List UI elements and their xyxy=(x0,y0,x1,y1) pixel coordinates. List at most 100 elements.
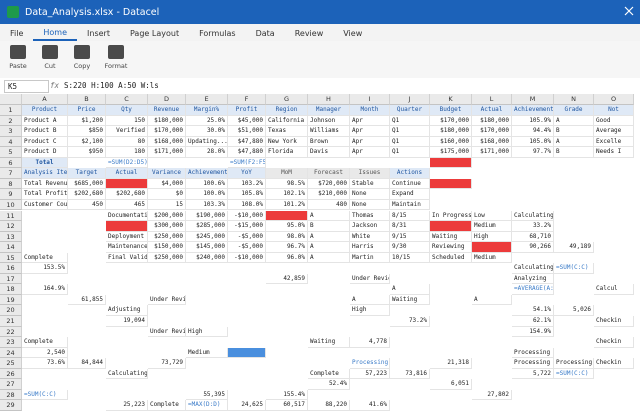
tab-insert[interactable]: Insert xyxy=(77,29,120,41)
cell-j19[interactable]: Waiting xyxy=(390,294,430,306)
cell-b3[interactable]: $850 xyxy=(68,126,106,137)
cell-b5[interactable]: $950 xyxy=(68,147,106,158)
cell-d14[interactable]: $150,000 xyxy=(148,242,186,253)
cell-c2[interactable]: 150 xyxy=(106,115,148,127)
cell-h29[interactable]: 88,220 xyxy=(308,400,350,411)
row-header[interactable]: 28 xyxy=(0,389,22,401)
cell-l14[interactable] xyxy=(472,242,512,253)
cell-c11[interactable]: Documentation xyxy=(106,210,148,222)
row-header[interactable]: 25 xyxy=(0,358,22,369)
cell-f1[interactable]: Profit xyxy=(228,105,266,116)
cell-a3[interactable]: Product B xyxy=(22,126,68,137)
row-header[interactable]: 6 xyxy=(0,157,22,169)
row-header[interactable]: 11 xyxy=(0,210,22,222)
cell-h13[interactable]: A xyxy=(308,231,350,243)
cell-c21[interactable]: 19,094 xyxy=(106,316,148,327)
cell-n20[interactable]: 5,026 xyxy=(554,305,594,316)
cell-o1[interactable]: Not xyxy=(594,105,634,116)
cell-i29[interactable]: 41.6% xyxy=(350,400,390,411)
cell-l28[interactable]: 27,802 xyxy=(472,389,512,401)
cell-g10[interactable]: 101.2% xyxy=(266,199,308,211)
cell-f11[interactable]: -$10,000 xyxy=(228,210,266,222)
row-header[interactable]: 8 xyxy=(0,178,22,190)
row-header[interactable]: 17 xyxy=(0,273,22,285)
cell-a24[interactable]: 2,540 xyxy=(22,347,68,359)
name-box[interactable]: K5 xyxy=(4,80,49,93)
cell-o5[interactable]: Needs I xyxy=(594,147,634,158)
cell-g17[interactable]: 42,859 xyxy=(266,273,308,285)
row-header[interactable]: 12 xyxy=(0,221,22,232)
cell-g13[interactable]: 98.0% xyxy=(266,231,308,243)
cell-n2[interactable]: A xyxy=(554,115,594,127)
cell-h27[interactable]: 52.4% xyxy=(308,379,350,390)
cell-n16[interactable]: =SUM(C:C) xyxy=(554,263,594,274)
cell-d9[interactable]: $0 xyxy=(148,189,186,200)
cell-m2[interactable]: 105.9% xyxy=(512,115,554,127)
cell-e11[interactable]: $190,000 xyxy=(186,210,228,222)
cell-c12[interactable] xyxy=(106,221,148,232)
cell-i17[interactable]: Under Review xyxy=(350,273,390,285)
cell-b1[interactable]: Price xyxy=(68,105,106,116)
cell-f13[interactable]: -$5,000 xyxy=(228,231,266,243)
cell-f7[interactable]: YoY xyxy=(228,168,266,179)
cell-g9[interactable]: 102.1% xyxy=(266,189,308,200)
cell-m16[interactable]: Calculating xyxy=(512,263,554,274)
cell-b8[interactable]: $685,000 xyxy=(68,178,106,190)
cell-e14[interactable]: $145,000 xyxy=(186,242,228,253)
cell-j14[interactable]: 9/30 xyxy=(390,242,430,253)
cell-m24[interactable]: Processing xyxy=(512,347,554,359)
cell-c8[interactable] xyxy=(106,178,148,190)
cell-d4[interactable]: $168,000 xyxy=(148,136,186,148)
cell-n14[interactable]: 49,189 xyxy=(554,242,594,253)
cell-j10[interactable]: Maintain xyxy=(390,199,430,211)
cell-a23[interactable]: Complete xyxy=(22,337,68,348)
row-header[interactable]: 26 xyxy=(0,368,22,380)
cell-e3[interactable]: 30.0% xyxy=(186,126,228,137)
cell-k11[interactable]: In Progress xyxy=(430,210,472,222)
cell-d19[interactable]: Under Review xyxy=(148,294,186,306)
column-header-f[interactable]: F xyxy=(228,94,266,105)
cell-d5[interactable]: $171,000 xyxy=(148,147,186,158)
cell-i10[interactable]: None xyxy=(350,199,390,211)
cell-g1[interactable]: Region xyxy=(266,105,308,116)
cell-j26[interactable]: 73,816 xyxy=(390,368,430,380)
cell-g28[interactable]: 155.4% xyxy=(266,389,308,401)
cell-m11[interactable]: Calculating xyxy=(512,210,554,222)
cell-d29[interactable]: Complete xyxy=(148,400,186,411)
cell-f2[interactable]: $45,000 xyxy=(228,115,266,127)
tab-file[interactable]: File xyxy=(0,29,33,41)
cell-d7[interactable]: Variance xyxy=(148,168,186,179)
cell-d10[interactable]: 15 xyxy=(148,199,186,211)
tab-formulas[interactable]: Formulas xyxy=(189,29,246,41)
cell-a25[interactable]: 73.6% xyxy=(22,358,68,369)
cell-h2[interactable]: Johnson xyxy=(308,115,350,127)
cell-c14[interactable]: Maintenance xyxy=(106,242,148,253)
cell-i13[interactable]: White xyxy=(350,231,390,243)
cell-e9[interactable]: 100.0% xyxy=(186,189,228,200)
cell-j9[interactable]: Expand xyxy=(390,189,430,200)
cell-a4[interactable]: Product C xyxy=(22,136,68,148)
cell-e15[interactable]: $240,000 xyxy=(186,252,228,264)
column-header-c[interactable]: C xyxy=(106,94,148,105)
cell-e1[interactable]: Margin% xyxy=(186,105,228,116)
cell-i15[interactable]: Martin xyxy=(350,252,390,264)
cell-l5[interactable]: $171,000 xyxy=(472,147,512,158)
column-header-h[interactable]: H xyxy=(308,94,350,105)
cell-c1[interactable]: Qty xyxy=(106,105,148,116)
cell-k2[interactable]: $170,000 xyxy=(430,115,472,127)
cell-h26[interactable]: Complete xyxy=(308,368,350,380)
cell-o4[interactable]: Excelle xyxy=(594,136,634,148)
cell-i23[interactable]: 4,778 xyxy=(350,337,390,348)
cell-i19[interactable]: A xyxy=(350,294,390,306)
column-header-i[interactable]: I xyxy=(350,94,390,105)
cell-m21[interactable]: 62.1% xyxy=(512,316,554,327)
cell-g2[interactable]: California xyxy=(266,115,308,127)
cell-e8[interactable]: 100.6% xyxy=(186,178,228,190)
cell-o21[interactable]: Checkin xyxy=(594,316,634,327)
cell-g5[interactable]: Florida xyxy=(266,147,308,158)
cell-g3[interactable]: Texas xyxy=(266,126,308,137)
row-header[interactable]: 9 xyxy=(0,189,22,200)
cell-e7[interactable]: Achievement xyxy=(186,168,228,179)
formula-input[interactable]: S:220 H:100 A:50 W:ls xyxy=(64,80,159,91)
cell-c5[interactable]: 180 xyxy=(106,147,148,158)
